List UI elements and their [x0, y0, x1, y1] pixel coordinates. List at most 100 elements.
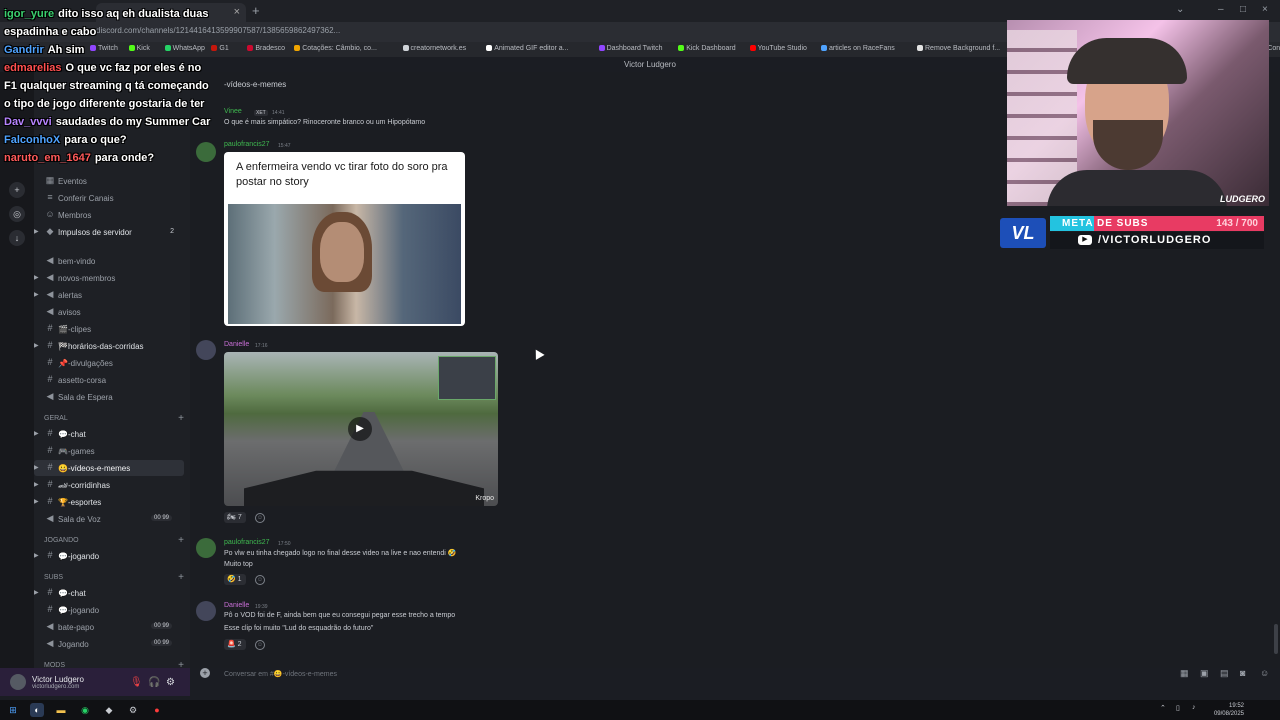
- emoji-icon[interactable]: ☺: [1260, 668, 1269, 678]
- add-channel-icon[interactable]: +: [178, 535, 184, 546]
- sidebar-item[interactable]: # 🎬-clipes: [34, 321, 184, 337]
- close-window-icon[interactable]: ×: [1262, 4, 1268, 15]
- windows-start-icon[interactable]: ⊞: [6, 703, 20, 717]
- chat-scrollbar[interactable]: [1272, 72, 1280, 668]
- sidebar-item[interactable]: ▶ # 🏎-corridinhas: [34, 477, 184, 493]
- channel-category[interactable]: SUBS +: [44, 572, 184, 583]
- clock[interactable]: 19:52 09/08/2025: [1214, 702, 1244, 718]
- add-channel-icon[interactable]: +: [178, 413, 184, 424]
- sidebar-item[interactable]: ◀ Jogando 00 99: [34, 636, 184, 652]
- sidebar-item[interactable]: ▶ # 💬-chat: [34, 426, 184, 442]
- app-icon[interactable]: ◆: [102, 703, 116, 717]
- add-reaction-icon[interactable]: ☺: [255, 575, 265, 585]
- headphones-icon[interactable]: 🎧: [148, 677, 160, 688]
- composer-placeholder[interactable]: Conversar em #😀-vídeos-e-memes: [224, 670, 337, 678]
- sidebar-item[interactable]: ◀ avisos: [34, 304, 184, 320]
- expand-arrow-icon[interactable]: ▶: [34, 274, 39, 281]
- bookmark-item[interactable]: Dashboard Twitch: [598, 45, 663, 52]
- file-explorer-icon[interactable]: ▬: [54, 703, 68, 717]
- expand-arrow-icon[interactable]: ▶: [34, 342, 39, 349]
- gift-icon[interactable]: ▣: [1200, 668, 1209, 679]
- channel-category[interactable]: GERAL +: [44, 413, 184, 424]
- expand-arrow-icon[interactable]: ▶: [34, 481, 39, 488]
- reaction-button[interactable]: 🚨 2: [224, 639, 246, 650]
- volume-icon[interactable]: ♪: [1192, 704, 1196, 711]
- play-icon[interactable]: ▶: [348, 417, 372, 441]
- gif-icon[interactable]: ▤: [1220, 668, 1229, 679]
- whatsapp-icon[interactable]: ◉: [78, 703, 92, 717]
- sidebar-item[interactable]: ▶ ◀ alertas: [34, 287, 184, 303]
- add-channel-icon[interactable]: +: [178, 572, 184, 583]
- tab-search-icon[interactable]: ⌄: [1176, 4, 1184, 15]
- expand-arrow-icon[interactable]: ▶: [34, 464, 39, 471]
- add-server-icon[interactable]: +: [9, 182, 25, 198]
- sidebar-item[interactable]: ◀ bem-vindo: [34, 253, 184, 269]
- message-author[interactable]: paulofrancis27: [224, 539, 270, 546]
- bookmark-item[interactable]: Kick: [128, 45, 150, 52]
- reaction-button[interactable]: 🤣 1: [224, 574, 246, 585]
- message-author[interactable]: Vinee: [224, 108, 242, 115]
- expand-arrow-icon[interactable]: ▶: [34, 498, 39, 505]
- user-avatar[interactable]: [10, 674, 26, 690]
- add-reaction-icon[interactable]: ☺: [255, 513, 265, 523]
- sidebar-item[interactable]: ▦ Eventos: [34, 173, 184, 189]
- meme-image[interactable]: A enfermeira vendo vc tirar foto do soro…: [224, 152, 465, 326]
- close-tab-icon[interactable]: ×: [234, 6, 240, 18]
- sidebar-item[interactable]: # 🎮-games: [34, 443, 184, 459]
- sidebar-item[interactable]: ☺ Membros: [34, 207, 184, 223]
- expand-arrow-icon[interactable]: ▶: [34, 552, 39, 559]
- apps-icon[interactable]: ▦: [1180, 668, 1189, 679]
- sidebar-item[interactable]: ▶ # 💬-jogando: [34, 548, 184, 564]
- sidebar-item[interactable]: ◀ bate-papo 00 99: [34, 619, 184, 635]
- sidebar-item[interactable]: ▶ # 🏆-esportes: [34, 494, 184, 510]
- message-author[interactable]: Danielle: [224, 341, 249, 348]
- message-avatar[interactable]: [196, 601, 216, 621]
- sidebar-item[interactable]: ▶ ◆ Impulsos de servidor 2: [34, 224, 184, 240]
- bookmark-item[interactable]: Bradesco: [247, 45, 285, 52]
- sidebar-item[interactable]: ▶ # 😀-vídeos-e-memes: [34, 460, 184, 476]
- sticker-icon[interactable]: ◙: [1240, 668, 1245, 678]
- bookmark-item[interactable]: Kick Dashboard: [678, 45, 736, 52]
- sidebar-item[interactable]: ▶ # 🏁horários-das-corridas: [34, 338, 184, 354]
- sidebar-item[interactable]: ≡ Conferir Canais: [34, 190, 184, 206]
- add-reaction-icon[interactable]: ☺: [255, 640, 265, 650]
- bookmark-item[interactable]: articles on RaceFans: [821, 45, 895, 52]
- message-composer[interactable]: + Conversar em #😀-vídeos-e-memes ▦ ▣ ▤ ◙…: [196, 666, 1272, 684]
- bookmark-item[interactable]: WhatsApp: [164, 45, 205, 52]
- expand-arrow-icon[interactable]: ▶: [34, 228, 39, 235]
- bookmark-item[interactable]: Twitch: [90, 45, 118, 52]
- network-icon[interactable]: ▯: [1176, 704, 1180, 712]
- sidebar-item[interactable]: # 📌-divulgações: [34, 355, 184, 371]
- expand-arrow-icon[interactable]: ▶: [34, 291, 39, 298]
- record-app-icon[interactable]: ●: [150, 703, 164, 717]
- sidebar-item[interactable]: # assetto-corsa: [34, 372, 184, 388]
- url-text[interactable]: discord.com/channels/1214416413599907587…: [96, 26, 340, 35]
- expand-arrow-icon[interactable]: ▶: [34, 589, 39, 596]
- steam-icon[interactable]: ⚙: [126, 703, 140, 717]
- message-avatar[interactable]: [196, 340, 216, 360]
- tray-chevron-icon[interactable]: ⌃: [1160, 704, 1166, 712]
- bookmark-item[interactable]: Animated GIF editor a...: [486, 45, 569, 52]
- bookmark-item[interactable]: Cotações: Câmbio, co...: [294, 45, 377, 52]
- bookmark-item[interactable]: YouTube Studio: [749, 45, 807, 52]
- bookmark-item[interactable]: Remove Background f...: [917, 45, 1000, 52]
- new-tab-icon[interactable]: +: [252, 3, 260, 18]
- sidebar-item[interactable]: # 💬-jogando: [34, 602, 184, 618]
- discover-icon[interactable]: ◎: [9, 206, 25, 222]
- channel-category[interactable]: jogando +: [44, 535, 184, 546]
- attach-plus-icon[interactable]: +: [200, 668, 210, 678]
- user-name[interactable]: Victor Ludgero: [32, 675, 84, 684]
- edge-browser-icon[interactable]: ◐: [30, 703, 44, 717]
- expand-arrow-icon[interactable]: ▶: [34, 430, 39, 437]
- browser-tab[interactable]: ×: [96, 3, 246, 22]
- bookmark-item[interactable]: creatornetwork.es: [402, 45, 466, 52]
- message-author[interactable]: Danielle: [224, 602, 249, 609]
- sidebar-item[interactable]: ▶ # 💬-chat: [34, 585, 184, 601]
- reaction-button[interactable]: 🏍 7: [224, 512, 246, 523]
- maximize-icon[interactable]: □: [1240, 4, 1246, 15]
- sidebar-item[interactable]: ◀ Sala de Voz 00 99: [34, 511, 184, 527]
- message-avatar[interactable]: [196, 538, 216, 558]
- bookmark-item[interactable]: G1: [211, 45, 229, 52]
- mute-mic-icon[interactable]: 🎙: [130, 677, 143, 688]
- sidebar-item[interactable]: ▶ ◀ novos-membros: [34, 270, 184, 286]
